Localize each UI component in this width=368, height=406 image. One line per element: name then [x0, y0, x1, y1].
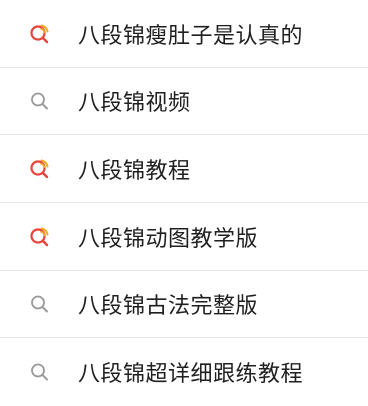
suggestion-text: 八段锦视频: [78, 91, 191, 117]
suggestion-text: 八段锦瘦肚子是认真的: [78, 23, 304, 49]
hot-search-icon: [28, 157, 52, 181]
search-icon: [28, 292, 52, 316]
suggestion-text: 八段锦教程: [78, 159, 191, 185]
hot-search-icon: [28, 225, 52, 249]
suggestion-item[interactable]: 八段锦瘦肚子是认真的: [0, 0, 368, 68]
suggestion-text: 八段锦古法完整版: [78, 294, 259, 320]
suggestion-item[interactable]: 八段锦动图教学版: [0, 203, 368, 271]
suggestion-text: 八段锦超详细跟练教程: [78, 362, 304, 388]
search-icon: [28, 360, 52, 384]
search-icon: [28, 89, 52, 113]
hot-search-icon: [28, 22, 52, 46]
suggestion-item[interactable]: 八段锦超详细跟练教程: [0, 338, 368, 406]
search-suggestion-list: 八段锦瘦肚子是认真的 八段锦视频 八段锦教程 八段锦动图教学版 八段锦古法完整版…: [0, 0, 368, 406]
suggestion-item[interactable]: 八段锦教程: [0, 135, 368, 203]
suggestion-item[interactable]: 八段锦古法完整版: [0, 271, 368, 339]
suggestion-item[interactable]: 八段锦视频: [0, 68, 368, 136]
suggestion-text: 八段锦动图教学版: [78, 226, 259, 252]
